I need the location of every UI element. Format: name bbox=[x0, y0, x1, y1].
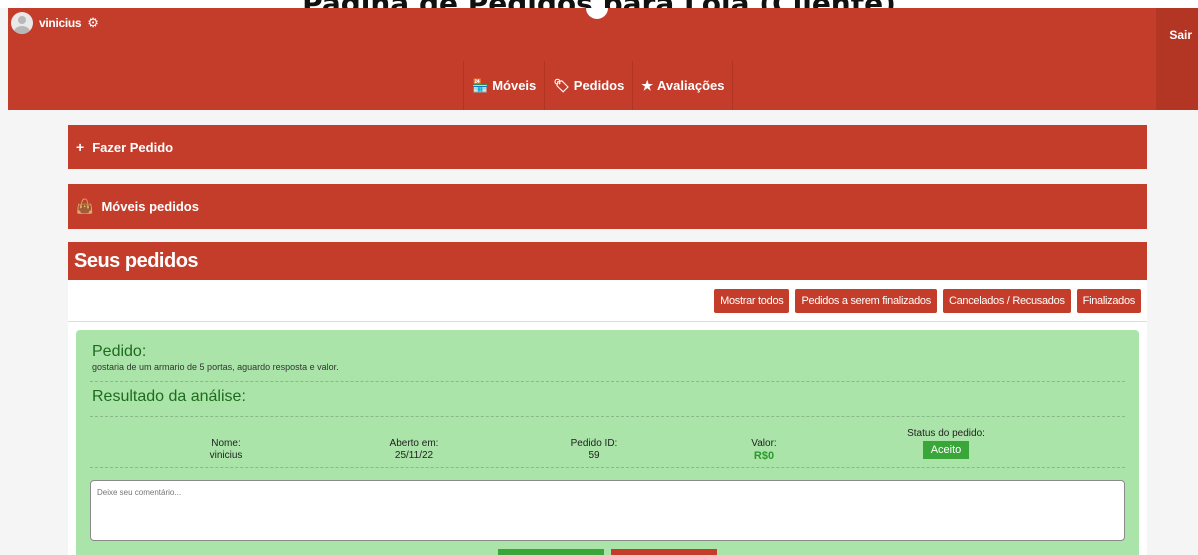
new-order-label: Fazer Pedido bbox=[92, 139, 174, 155]
value-label: Valor: bbox=[751, 438, 777, 449]
filter-bar: Mostrar todos Pedidos a serem finalizado… bbox=[68, 280, 1147, 322]
order-card: Pedido: gostaria de um armario de 5 port… bbox=[76, 330, 1139, 555]
order-opened: Aberto em: 25/11/22 bbox=[376, 438, 452, 461]
top-header: vinicius ⚙ 🏪 Móveis 🏷 Pedidos ★ Avaliaçõ… bbox=[8, 8, 1198, 110]
cancel-button[interactable] bbox=[611, 549, 717, 555]
orders-title: Seus pedidos bbox=[68, 242, 1147, 280]
id-label: Pedido ID: bbox=[570, 438, 618, 449]
value-amount: R$0 bbox=[753, 450, 775, 462]
orders-list: Pedido: gostaria de um armario de 5 port… bbox=[68, 322, 1147, 555]
nav-item-label: Móveis bbox=[492, 78, 537, 93]
ordered-furniture-panel[interactable]: 👜 Móveis pedidos bbox=[68, 184, 1147, 229]
status-badge: Aceito bbox=[922, 441, 970, 459]
order-name: Nome: vinicius bbox=[196, 438, 256, 461]
logo-icon[interactable] bbox=[586, 8, 608, 19]
main-nav: 🏪 Móveis 🏷 Pedidos ★ Avaliações bbox=[463, 61, 734, 110]
opened-label: Aberto em: bbox=[389, 438, 439, 449]
logout-button[interactable]: Sair bbox=[1169, 28, 1192, 42]
user-menu[interactable]: vinicius ⚙ bbox=[11, 12, 99, 34]
filter-cancelled-button[interactable]: Cancelados / Recusados bbox=[942, 288, 1071, 313]
store-icon: 🏪 bbox=[472, 77, 489, 93]
confirm-button[interactable] bbox=[498, 549, 604, 555]
comment-input[interactable] bbox=[90, 480, 1125, 541]
star-icon: ★ bbox=[641, 77, 654, 93]
order-status: Status do pedido: Aceito bbox=[892, 428, 1000, 459]
divider bbox=[90, 467, 1125, 468]
avatar[interactable] bbox=[11, 12, 33, 34]
ordered-furniture-label: Móveis pedidos bbox=[101, 199, 199, 214]
gear-icon[interactable]: ⚙ bbox=[87, 15, 99, 31]
page-title-strip: Página de Pedidos para Loja (Cliente) bbox=[0, 0, 1198, 8]
nav-item-avaliacoes[interactable]: ★ Avaliações bbox=[633, 61, 734, 110]
order-id: Pedido ID: 59 bbox=[559, 438, 629, 461]
order-heading: Pedido: bbox=[92, 343, 147, 360]
order-description: gostaria de um armario de 5 portas, agua… bbox=[92, 362, 339, 372]
nav-item-moveis[interactable]: 🏪 Móveis bbox=[463, 61, 546, 110]
username[interactable]: vinicius bbox=[39, 16, 82, 30]
id-value: 59 bbox=[588, 450, 600, 461]
name-value: vinicius bbox=[209, 450, 243, 461]
logout-area: Sair bbox=[1156, 8, 1198, 110]
page-title: Página de Pedidos para Loja (Cliente) bbox=[302, 0, 896, 8]
result-heading: Resultado da análise: bbox=[92, 388, 246, 405]
status-label: Status do pedido: bbox=[907, 428, 985, 439]
divider bbox=[90, 416, 1125, 417]
plus-icon: + bbox=[76, 139, 85, 155]
nav-item-label: Avaliações bbox=[657, 78, 725, 93]
filter-finished-button[interactable]: Finalizados bbox=[1076, 288, 1141, 313]
filter-pending-button[interactable]: Pedidos a serem finalizados bbox=[795, 288, 937, 313]
divider bbox=[90, 381, 1125, 382]
name-label: Nome: bbox=[211, 438, 241, 449]
opened-value: 25/11/22 bbox=[394, 450, 434, 461]
nav-item-label: Pedidos bbox=[573, 78, 625, 93]
order-value: Valor: R$0 bbox=[739, 438, 789, 462]
shopping-bag-icon: 👜 bbox=[76, 198, 94, 214]
filter-show-all-button[interactable]: Mostrar todos bbox=[714, 288, 790, 313]
tag-icon: 🏷 bbox=[553, 77, 570, 93]
nav-item-pedidos[interactable]: 🏷 Pedidos bbox=[545, 61, 634, 110]
new-order-panel[interactable]: + Fazer Pedido bbox=[68, 125, 1147, 169]
